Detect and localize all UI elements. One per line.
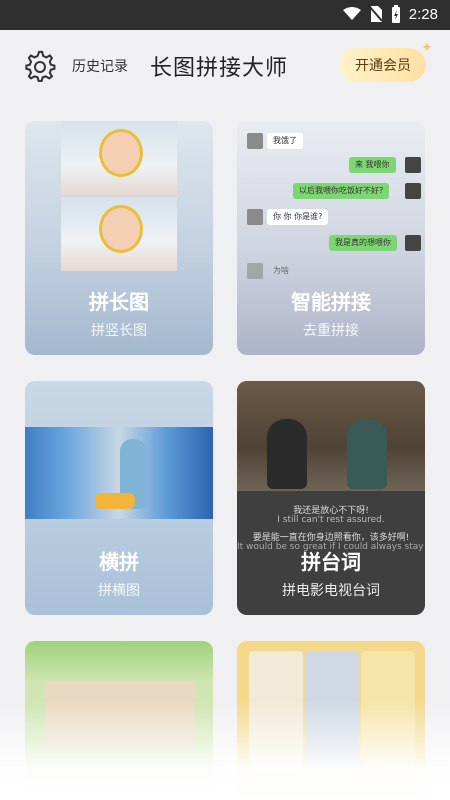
card-long-image[interactable]: 拼长图 拼竖长图: [25, 121, 213, 355]
chat-avatar: [405, 183, 421, 199]
fruit-basket: [95, 493, 135, 509]
card-header-banner: [25, 641, 213, 681]
card-subtitle: 拼电影电视台词: [282, 583, 380, 599]
actor-figure: [267, 419, 307, 489]
preview-photo: [305, 651, 359, 771]
chat-bubble: 为啥: [273, 266, 289, 275]
app-header: 历史记录 长图拼接大师 开通会员 ✦: [0, 30, 450, 102]
preview-photo: [361, 651, 415, 771]
card-smart-stitch[interactable]: 我饿了 来 我喂你 以后我喂你吃饭好不好? 你 你 你是谁? 我是真的想喂你 为…: [237, 121, 425, 355]
status-icons: 2:28: [342, 5, 438, 23]
status-time: 2:28: [408, 5, 438, 23]
chat-bubble: 来 我喂你: [349, 157, 396, 173]
movie-still-preview: [237, 381, 425, 491]
wifi-icon: [342, 7, 361, 20]
history-link[interactable]: 历史记录: [72, 56, 128, 76]
card-title: 拼台词: [301, 550, 361, 574]
settings-gear-icon[interactable]: [24, 50, 56, 82]
child-face: [99, 205, 143, 253]
chat-bubble: 你 你 你是谁?: [267, 209, 329, 225]
card-subtitle-stitch[interactable]: 我还是放心不下呀! I still can't rest assured. 要是…: [237, 381, 425, 615]
photo-thumb: [61, 197, 177, 271]
vertical-photos-preview: [61, 121, 177, 271]
card-title: 智能拼接: [291, 290, 371, 314]
card-title: 拼长图: [89, 290, 149, 314]
photo-thumb: [61, 121, 177, 195]
battery-icon: [391, 5, 400, 23]
chat-bubble: 以后我喂你吃饭好不好?: [293, 183, 390, 199]
vip-button[interactable]: 开通会员: [340, 48, 426, 82]
actor-figure: [347, 419, 387, 489]
child-face: [99, 129, 143, 177]
chat-avatar: [405, 235, 421, 251]
card-template-yellow[interactable]: [237, 641, 425, 800]
chat-avatar: [247, 209, 263, 225]
subtitle-en-1: I still can't rest assured.: [277, 515, 385, 525]
preview-photo: [45, 681, 195, 751]
preview-photo: [249, 651, 303, 771]
chat-avatar: [247, 133, 263, 149]
no-sim-icon: [369, 6, 383, 22]
card-title: 横拼: [99, 550, 139, 574]
chat-bubble: 我是真的想喂你: [329, 235, 397, 251]
chat-avatar: [405, 157, 421, 173]
page-title: 长图拼接大师: [150, 56, 289, 81]
chat-bubble: 我饿了: [267, 133, 303, 149]
sparkle-icon: ✦: [421, 40, 433, 56]
status-bar: 2:28: [0, 0, 450, 30]
card-horizontal-stitch[interactable]: 横拼 拼横图: [25, 381, 213, 615]
card-template-green[interactable]: [25, 641, 213, 800]
card-subtitle: 去重拼接: [303, 323, 359, 339]
chat-avatar: [247, 263, 263, 279]
card-subtitle: 拼竖长图: [91, 323, 147, 339]
card-subtitle: 拼横图: [98, 583, 140, 599]
